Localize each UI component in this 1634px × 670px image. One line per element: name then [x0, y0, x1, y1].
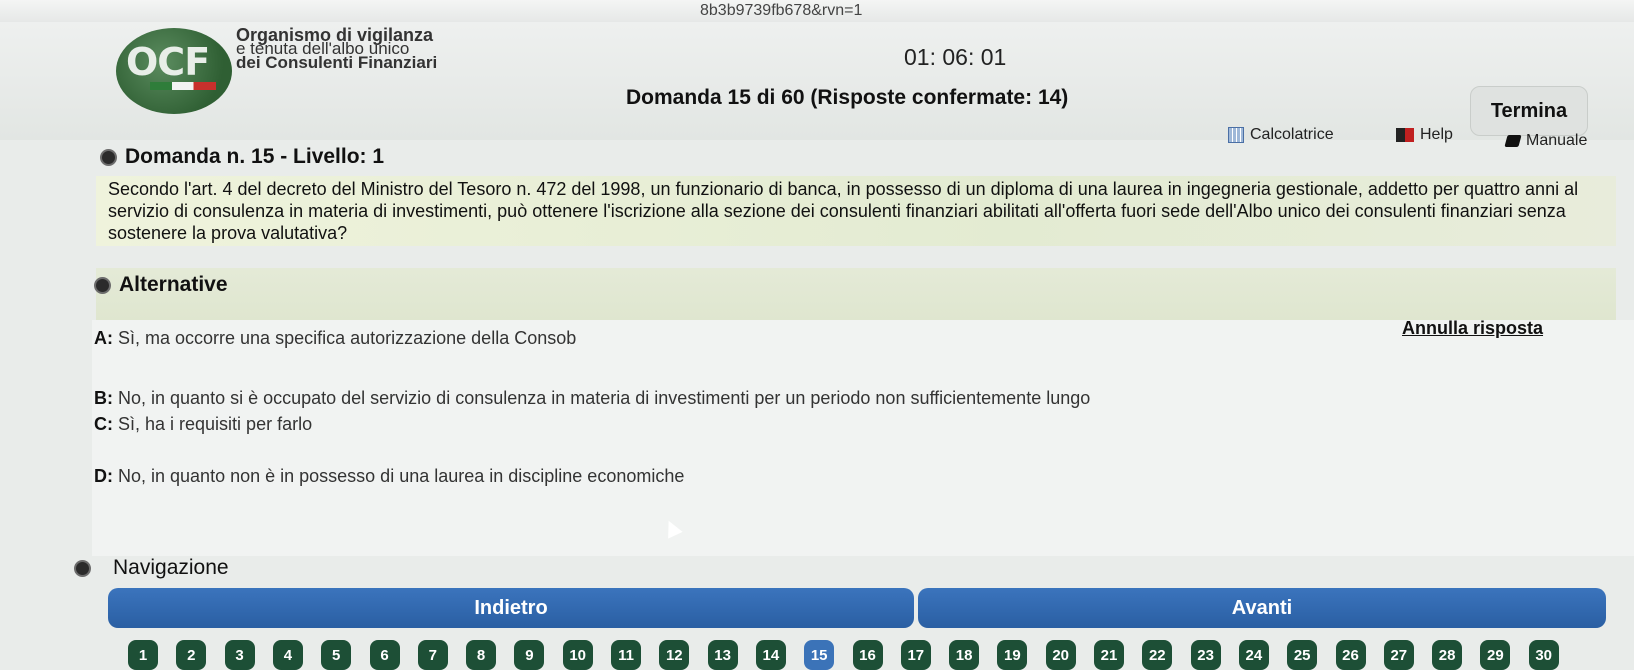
- page-button[interactable]: 16: [852, 640, 883, 670]
- alternatives-panel: [92, 320, 1634, 556]
- question-counter: Domanda 15 di 60 (Risposte confermate: 1…: [626, 86, 1069, 109]
- page-button[interactable]: 10: [562, 640, 593, 670]
- page-button[interactable]: 18: [949, 640, 980, 670]
- alternative-a[interactable]: A: Sì, ma occorre una specifica autorizz…: [94, 328, 576, 349]
- logo-text: OCF: [126, 40, 210, 84]
- calculator-link[interactable]: Calcolatrice: [1228, 126, 1334, 144]
- alternative-key: D:: [94, 466, 113, 486]
- manual-label: Manuale: [1526, 132, 1588, 149]
- alternatives-heading-text: Alternative: [119, 273, 228, 296]
- termina-button[interactable]: Termina: [1470, 86, 1588, 136]
- calculator-icon: [1228, 127, 1244, 143]
- page-navigator: 1 2 3 4 5 6 7 8 9 10 11 12 13 14 15 16 17 18 19 20 21 22 23 24 2…: [128, 640, 1628, 670]
- alternative-text: No, in quanto non è in possesso di una l…: [113, 466, 685, 486]
- page-button[interactable]: 28: [1432, 640, 1463, 670]
- help-label: Help: [1420, 126, 1453, 143]
- manual-link[interactable]: Manuale: [1504, 132, 1588, 150]
- page-button[interactable]: 26: [1335, 640, 1366, 670]
- manual-icon: [1504, 135, 1522, 147]
- page-button[interactable]: 8: [466, 640, 497, 670]
- alternative-text: No, in quanto si è occupato del servizio…: [113, 388, 1091, 408]
- alternative-text: Sì, ma occorre una specifica autorizzazi…: [113, 328, 577, 348]
- question-heading: Domanda n. 15 - Livello: 1: [100, 142, 384, 172]
- question-heading-text: Domanda n. 15 - Livello: 1: [125, 145, 385, 168]
- alternatives-band: [96, 268, 1616, 320]
- alternative-c[interactable]: C: Sì, ha i requisiti per farlo: [94, 414, 312, 435]
- page-button[interactable]: 14: [755, 640, 786, 670]
- page-button[interactable]: 12: [659, 640, 690, 670]
- page-button[interactable]: 24: [1238, 640, 1269, 670]
- alternative-key: A:: [94, 328, 113, 348]
- page-button[interactable]: 30: [1528, 640, 1559, 670]
- page-button[interactable]: 21: [1094, 640, 1124, 670]
- page-button[interactable]: 22: [1142, 640, 1173, 670]
- alternative-text: Sì, ha i requisiti per farlo: [113, 414, 313, 434]
- exam-timer: 01: 06: 01: [904, 44, 1007, 70]
- page-button[interactable]: 5: [321, 640, 352, 670]
- page-button[interactable]: 23: [1190, 640, 1221, 670]
- page-button[interactable]: 1: [128, 640, 158, 670]
- page-button[interactable]: 15: [804, 640, 835, 670]
- page-button[interactable]: 6: [369, 640, 400, 670]
- alternative-b[interactable]: B: No, in quanto si è occupato del servi…: [94, 388, 1090, 409]
- page-button[interactable]: 20: [1045, 640, 1076, 670]
- bullet-icon: [94, 276, 111, 294]
- page-button[interactable]: 13: [707, 640, 738, 670]
- avanti-button[interactable]: Avanti: [918, 588, 1606, 628]
- page-button[interactable]: 11: [611, 640, 641, 670]
- calculator-label: Calcolatrice: [1250, 126, 1334, 143]
- alternative-key: B:: [94, 388, 113, 408]
- page-button[interactable]: 7: [417, 640, 448, 670]
- bullet-icon: [74, 559, 91, 577]
- navigation-heading-text: Navigazione: [113, 556, 229, 579]
- url-text: 8b3b9739fb678&rvn=1: [700, 2, 863, 19]
- browser-address-bar[interactable]: 8b3b9739fb678&rvn=1: [0, 0, 1634, 23]
- page-button[interactable]: 2: [176, 640, 207, 670]
- navigation-heading: Navigazione: [74, 553, 229, 583]
- alternative-key: C:: [94, 414, 113, 434]
- bullet-icon: [100, 148, 117, 166]
- page-button[interactable]: 29: [1480, 640, 1511, 670]
- page-button[interactable]: 27: [1383, 640, 1414, 670]
- alternatives-heading: Alternative: [94, 270, 228, 300]
- alternative-d[interactable]: D: No, in quanto non è in possesso di un…: [94, 466, 684, 487]
- question-text: Secondo l'art. 4 del decreto del Ministr…: [108, 179, 1579, 243]
- annulla-risposta-link[interactable]: Annulla risposta: [1402, 318, 1543, 339]
- logo-flag-stripe: [150, 82, 216, 90]
- organization-name: Organismo di vigilanza e tenuta dell'alb…: [236, 26, 438, 72]
- page-button[interactable]: 17: [900, 640, 931, 670]
- page-button[interactable]: 25: [1287, 640, 1318, 670]
- page-button[interactable]: 9: [514, 640, 545, 670]
- page-button[interactable]: 4: [272, 640, 303, 670]
- page-button[interactable]: 3: [224, 640, 255, 670]
- help-link[interactable]: Help: [1396, 126, 1453, 144]
- header: OCF Organismo di vigilanza e tenuta dell…: [0, 22, 1634, 140]
- org-line-3: dei Consulenti Finanziari: [236, 53, 438, 72]
- page-button[interactable]: 19: [997, 640, 1028, 670]
- help-icon: [1396, 128, 1414, 142]
- indietro-button[interactable]: Indietro: [108, 588, 914, 628]
